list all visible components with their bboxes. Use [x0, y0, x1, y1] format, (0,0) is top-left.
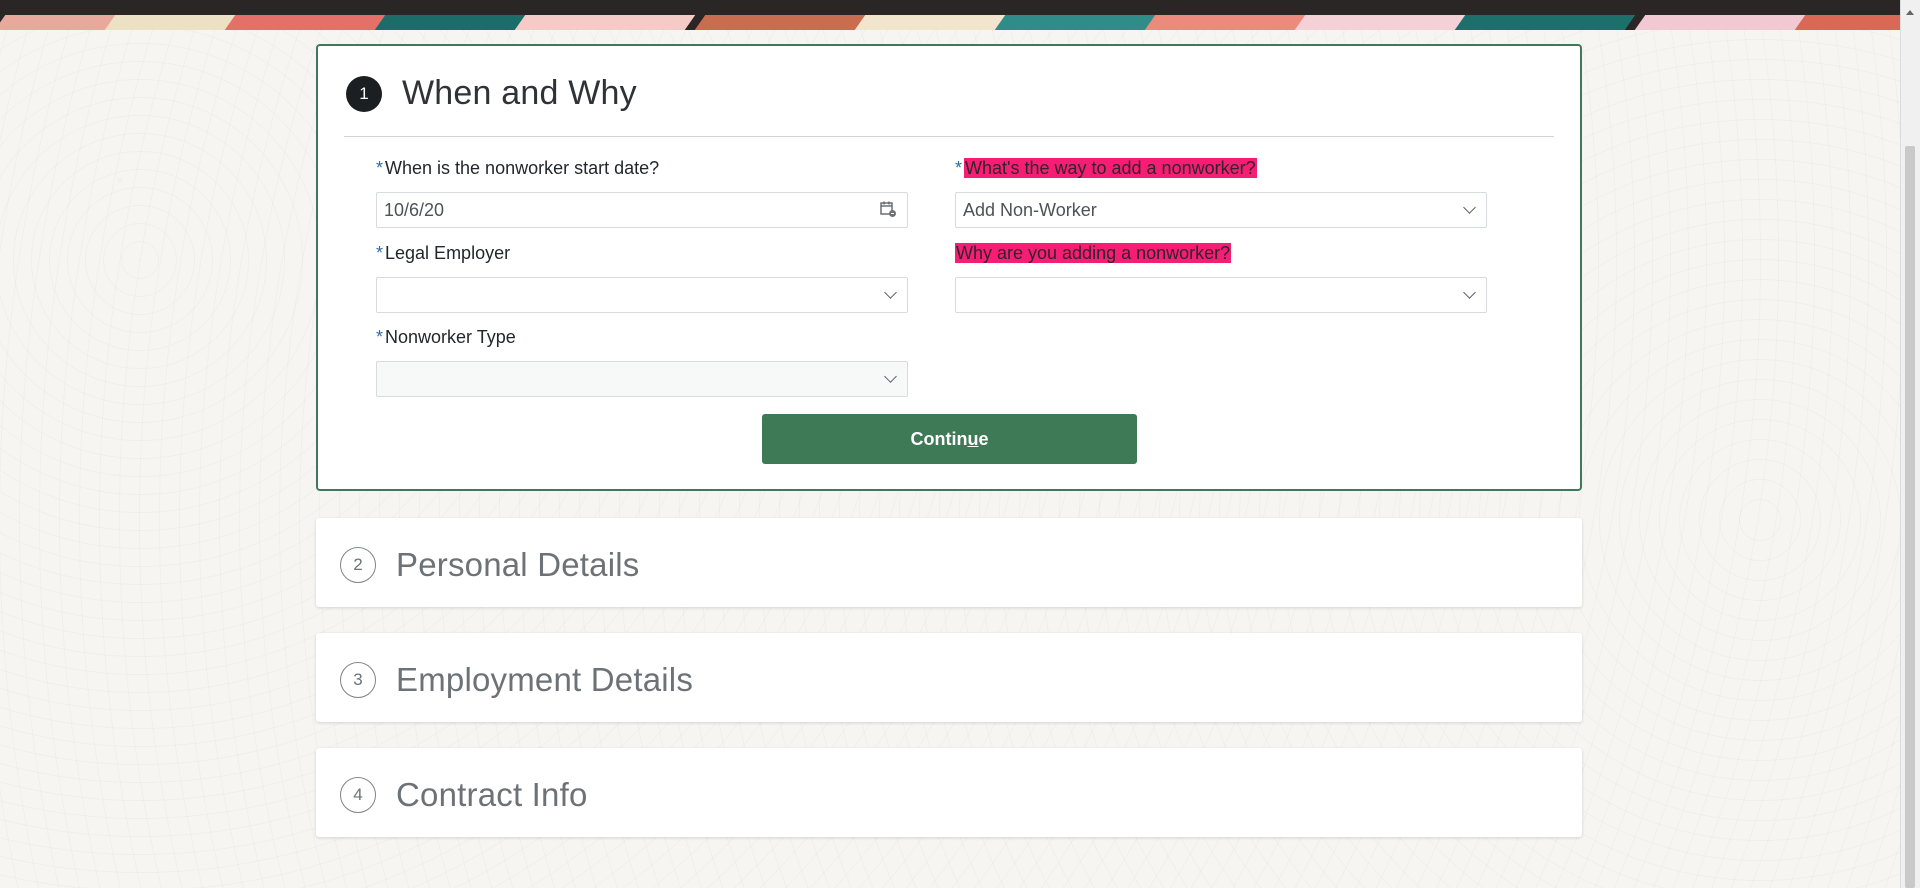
legal-employer-label: * Legal Employer — [376, 242, 908, 264]
legal-employer-label-text: Legal Employer — [385, 243, 511, 263]
add-way-value: Add Non-Worker — [963, 200, 1097, 220]
section-header: 2 Personal Details — [340, 546, 639, 584]
scrollbar-thumb[interactable] — [1905, 146, 1915, 888]
required-marker: * — [376, 158, 384, 178]
section-header: 4 Contract Info — [340, 776, 588, 814]
step-number-3: 3 — [340, 662, 376, 698]
step-number-1: 1 — [346, 75, 382, 112]
step-number-2: 2 — [340, 547, 376, 583]
section-personal-details[interactable]: 2 Personal Details — [316, 518, 1582, 607]
reason-label-text: Why are you adding a nonworker? — [955, 243, 1232, 263]
required-marker: * — [955, 158, 963, 178]
section-divider — [344, 136, 1554, 137]
add-way-label: * What's the way to add a nonworker? — [955, 157, 1487, 179]
nonworker-type-select[interactable] — [376, 361, 908, 397]
reason-select[interactable] — [955, 277, 1487, 313]
legal-employer-field: * Legal Employer — [376, 242, 908, 313]
section-title: Contract Info — [396, 776, 588, 813]
continue-label-underlined: u — [967, 428, 979, 449]
nonworker-type-field: * Nonworker Type — [376, 326, 908, 397]
page: 1 When and Why * When is the nonworker st… — [0, 0, 1920, 888]
chevron-down-icon — [884, 286, 897, 299]
section-header: 3 Employment Details — [340, 661, 693, 699]
section-title: When and Why — [402, 74, 637, 112]
section-contract-info[interactable]: 4 Contract Info — [316, 748, 1582, 837]
start-date-label: * When is the nonworker start date? — [376, 157, 908, 179]
section-header: 1 When and Why — [346, 74, 637, 113]
continue-button[interactable]: Contin u e — [762, 414, 1137, 464]
section-when-and-why: 1 When and Why * When is the nonworker st… — [316, 44, 1582, 491]
start-date-field: * When is the nonworker start date? 10/6/… — [376, 157, 908, 228]
chevron-down-icon — [1463, 286, 1476, 299]
section-title: Personal Details — [396, 546, 640, 583]
nonworker-type-label: * Nonworker Type — [376, 326, 908, 348]
reason-field: Why are you adding a nonworker? — [955, 242, 1487, 313]
section-employment-details[interactable]: 3 Employment Details — [316, 633, 1582, 722]
calendar-icon[interactable] — [880, 201, 897, 218]
vertical-scrollbar[interactable] — [1900, 0, 1920, 888]
required-marker: * — [376, 243, 384, 263]
decorative-banner — [0, 0, 1920, 30]
chevron-down-icon — [884, 370, 897, 383]
scroll-up-icon[interactable] — [1906, 10, 1914, 15]
start-date-value: 10/6/20 — [384, 200, 445, 220]
start-date-label-text: When is the nonworker start date? — [385, 158, 660, 178]
required-marker: * — [376, 327, 384, 347]
start-date-input[interactable]: 10/6/20 — [376, 192, 908, 228]
reason-label: Why are you adding a nonworker? — [955, 242, 1487, 264]
chevron-down-icon — [1463, 201, 1476, 214]
add-way-field: * What's the way to add a nonworker? Add … — [955, 157, 1487, 228]
continue-label-after: e — [978, 428, 989, 449]
continue-label-before: Contin — [910, 428, 968, 449]
nonworker-type-label-text: Nonworker Type — [385, 327, 516, 347]
legal-employer-select[interactable] — [376, 277, 908, 313]
add-way-select[interactable]: Add Non-Worker — [955, 192, 1487, 228]
section-title: Employment Details — [396, 661, 694, 698]
step-number-4: 4 — [340, 777, 376, 813]
add-way-label-text: What's the way to add a nonworker? — [964, 158, 1257, 178]
